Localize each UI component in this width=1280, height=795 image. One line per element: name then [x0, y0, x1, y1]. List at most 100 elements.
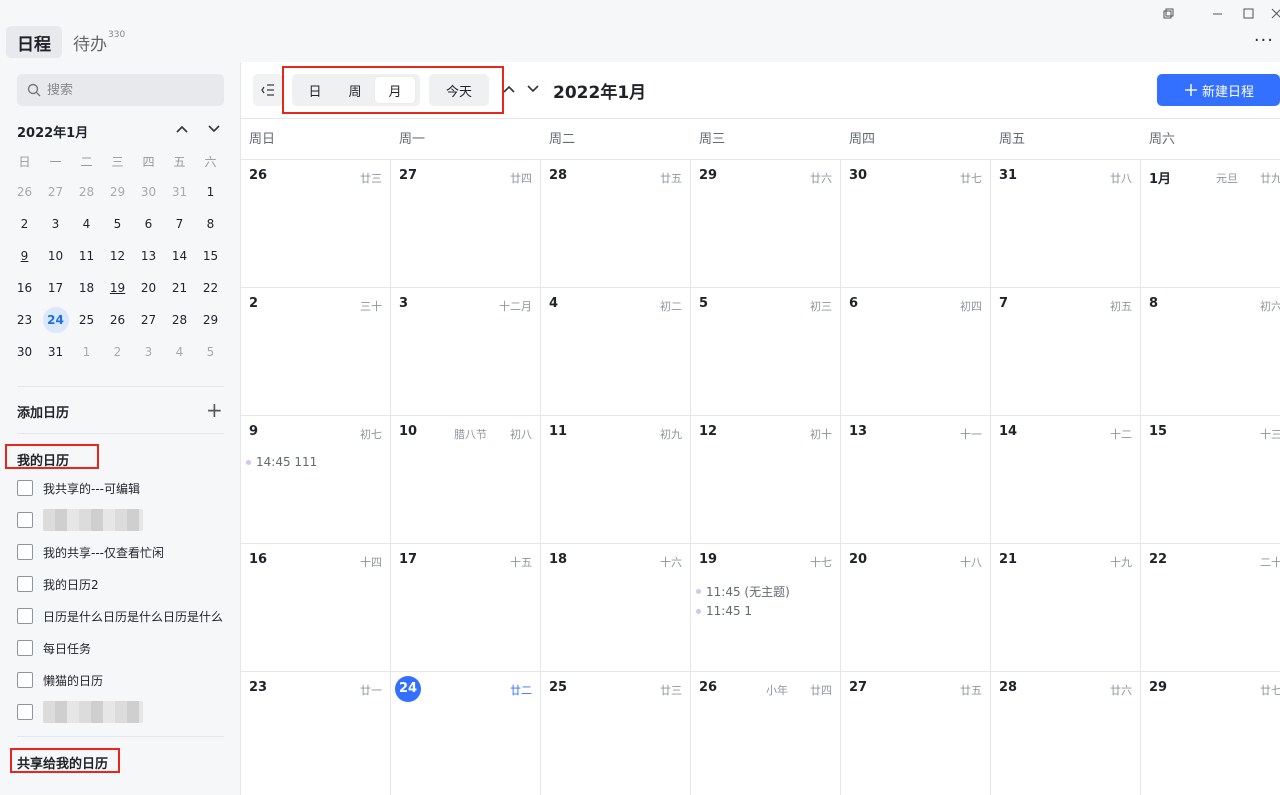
tab-todo[interactable]: 待办 330 [62, 26, 136, 58]
day-cell[interactable]: 26 廿三 [241, 160, 391, 287]
day-cell[interactable]: 18 十六 [541, 544, 691, 671]
day-cell[interactable]: 20 十八 [841, 544, 991, 671]
add-calendar-plus-icon[interactable]: + [206, 400, 223, 420]
mini-day-cell[interactable]: 23 [9, 313, 40, 327]
mini-day-cell[interactable]: 8 [195, 217, 226, 231]
mini-day-cell[interactable]: 20 [133, 281, 164, 295]
mini-day-cell[interactable]: 11 [71, 249, 102, 263]
mini-day-cell[interactable]: 18 [71, 281, 102, 295]
mini-day-cell[interactable]: 28 [71, 185, 102, 199]
mini-day-cell[interactable]: 24 [40, 307, 71, 333]
mini-day-cell[interactable]: 28 [164, 313, 195, 327]
event-item[interactable]: 14:45 111 [246, 455, 317, 469]
mini-day-cell[interactable]: 4 [71, 217, 102, 231]
mini-day-cell[interactable]: 31 [40, 345, 71, 359]
restore-pin-icon[interactable] [1158, 3, 1178, 23]
mini-day-cell[interactable]: 1 [195, 185, 226, 199]
mini-day-cell[interactable]: 4 [164, 345, 195, 359]
day-cell[interactable]: 11 初九 [541, 416, 691, 543]
day-cell[interactable]: 28 廿五 [541, 160, 691, 287]
day-cell[interactable]: 5 初三 [691, 288, 841, 415]
mini-day-cell[interactable]: 31 [164, 185, 195, 199]
calendar-checkbox[interactable] [17, 640, 33, 656]
mini-day-cell[interactable]: 2 [102, 345, 133, 359]
calendar-checkbox[interactable] [17, 704, 33, 720]
mini-day-cell[interactable]: 3 [40, 217, 71, 231]
calendar-list-item[interactable]: 日历是什么日历是什么日历是什么 [17, 606, 232, 626]
calendar-list-item[interactable]: 我共享的---可编辑 [17, 478, 232, 498]
maximize-icon[interactable] [1238, 3, 1258, 23]
mini-day-cell[interactable]: 17 [40, 281, 71, 295]
mini-day-cell[interactable]: 29 [102, 185, 133, 199]
mini-day-cell[interactable]: 14 [164, 249, 195, 263]
day-cell[interactable]: 19 十七 11:45 (无主题) 11:45 1 [691, 544, 841, 671]
calendar-list-item[interactable]: 我的日历2 [17, 574, 232, 594]
search-input[interactable] [47, 82, 217, 98]
day-cell[interactable]: 2 三十 [241, 288, 391, 415]
mini-next-month-button[interactable] [205, 120, 223, 138]
calendar-list-item[interactable]: 每日任务 [17, 638, 232, 658]
mini-day-cell[interactable]: 3 [133, 345, 164, 359]
day-cell[interactable]: 21 十九 [991, 544, 1141, 671]
calendar-list-item[interactable]: 我的共享---仅查看忙闲 [17, 542, 232, 562]
mini-prev-month-button[interactable] [173, 120, 191, 138]
day-cell[interactable]: 4 初二 [541, 288, 691, 415]
calendar-checkbox[interactable] [17, 608, 33, 624]
tab-schedule[interactable]: 日程 [6, 26, 62, 58]
calendar-list-item[interactable]: 懒猫的日历 [17, 670, 232, 690]
day-cell[interactable]: 9 初七 14:45 111 [241, 416, 391, 543]
day-cell[interactable]: 29 廿六 [691, 160, 841, 287]
collapse-sidebar-button[interactable] [253, 74, 283, 106]
prev-month-button[interactable] [500, 80, 518, 98]
day-cell[interactable]: 7 初五 [991, 288, 1141, 415]
day-cell[interactable]: 14 十二 [991, 416, 1141, 543]
calendar-list-item[interactable] [17, 701, 232, 723]
day-cell[interactable]: 25 廿三 [541, 672, 691, 795]
day-cell[interactable]: 22 二十 [1141, 544, 1280, 671]
close-icon[interactable] [1266, 3, 1280, 23]
day-cell[interactable]: 10 初八 腊八节 [391, 416, 541, 543]
minimize-icon[interactable] [1207, 3, 1227, 23]
mini-day-cell[interactable]: 29 [195, 313, 226, 327]
mini-day-cell[interactable]: 22 [195, 281, 226, 295]
search-box[interactable] [17, 74, 224, 106]
event-item[interactable]: 11:45 (无主题) [696, 583, 790, 600]
day-cell[interactable]: 30 廿七 [841, 160, 991, 287]
mini-day-cell[interactable]: 16 [9, 281, 40, 295]
mini-day-cell[interactable]: 30 [133, 185, 164, 199]
day-cell[interactable]: 26 廿四 小年 [691, 672, 841, 795]
day-cell[interactable]: 24 廿二 [391, 672, 541, 795]
day-cell[interactable]: 1月 廿九 元旦 [1141, 160, 1280, 287]
day-cell[interactable]: 8 初六 [1141, 288, 1280, 415]
calendar-checkbox[interactable] [17, 672, 33, 688]
mini-day-cell[interactable]: 27 [40, 185, 71, 199]
mini-day-cell[interactable]: 13 [133, 249, 164, 263]
more-options-button[interactable]: ··· [1254, 30, 1274, 51]
calendar-checkbox[interactable] [17, 544, 33, 560]
calendar-checkbox[interactable] [17, 480, 33, 496]
day-cell[interactable]: 28 廿六 [991, 672, 1141, 795]
mini-day-cell[interactable]: 12 [102, 249, 133, 263]
mini-day-cell[interactable]: 19 [102, 281, 133, 295]
mini-day-cell[interactable]: 26 [102, 313, 133, 327]
day-cell[interactable]: 29 廿七 [1141, 672, 1280, 795]
day-cell[interactable]: 17 十五 [391, 544, 541, 671]
day-cell[interactable]: 27 廿五 [841, 672, 991, 795]
mini-day-cell[interactable]: 1 [71, 345, 102, 359]
mini-day-cell[interactable]: 9 [9, 249, 40, 263]
day-cell[interactable]: 16 十四 [241, 544, 391, 671]
day-cell[interactable]: 15 十三 [1141, 416, 1280, 543]
day-cell[interactable]: 12 初十 [691, 416, 841, 543]
day-cell[interactable]: 31 廿八 [991, 160, 1141, 287]
mini-day-cell[interactable]: 5 [195, 345, 226, 359]
next-month-button[interactable] [524, 80, 542, 98]
mini-day-cell[interactable]: 6 [133, 217, 164, 231]
calendar-list-item[interactable] [17, 509, 232, 531]
mini-day-cell[interactable]: 30 [9, 345, 40, 359]
day-cell[interactable]: 3 十二月 [391, 288, 541, 415]
day-cell[interactable]: 6 初四 [841, 288, 991, 415]
mini-day-cell[interactable]: 21 [164, 281, 195, 295]
mini-day-cell[interactable]: 2 [9, 217, 40, 231]
mini-day-cell[interactable]: 5 [102, 217, 133, 231]
mini-day-cell[interactable]: 7 [164, 217, 195, 231]
